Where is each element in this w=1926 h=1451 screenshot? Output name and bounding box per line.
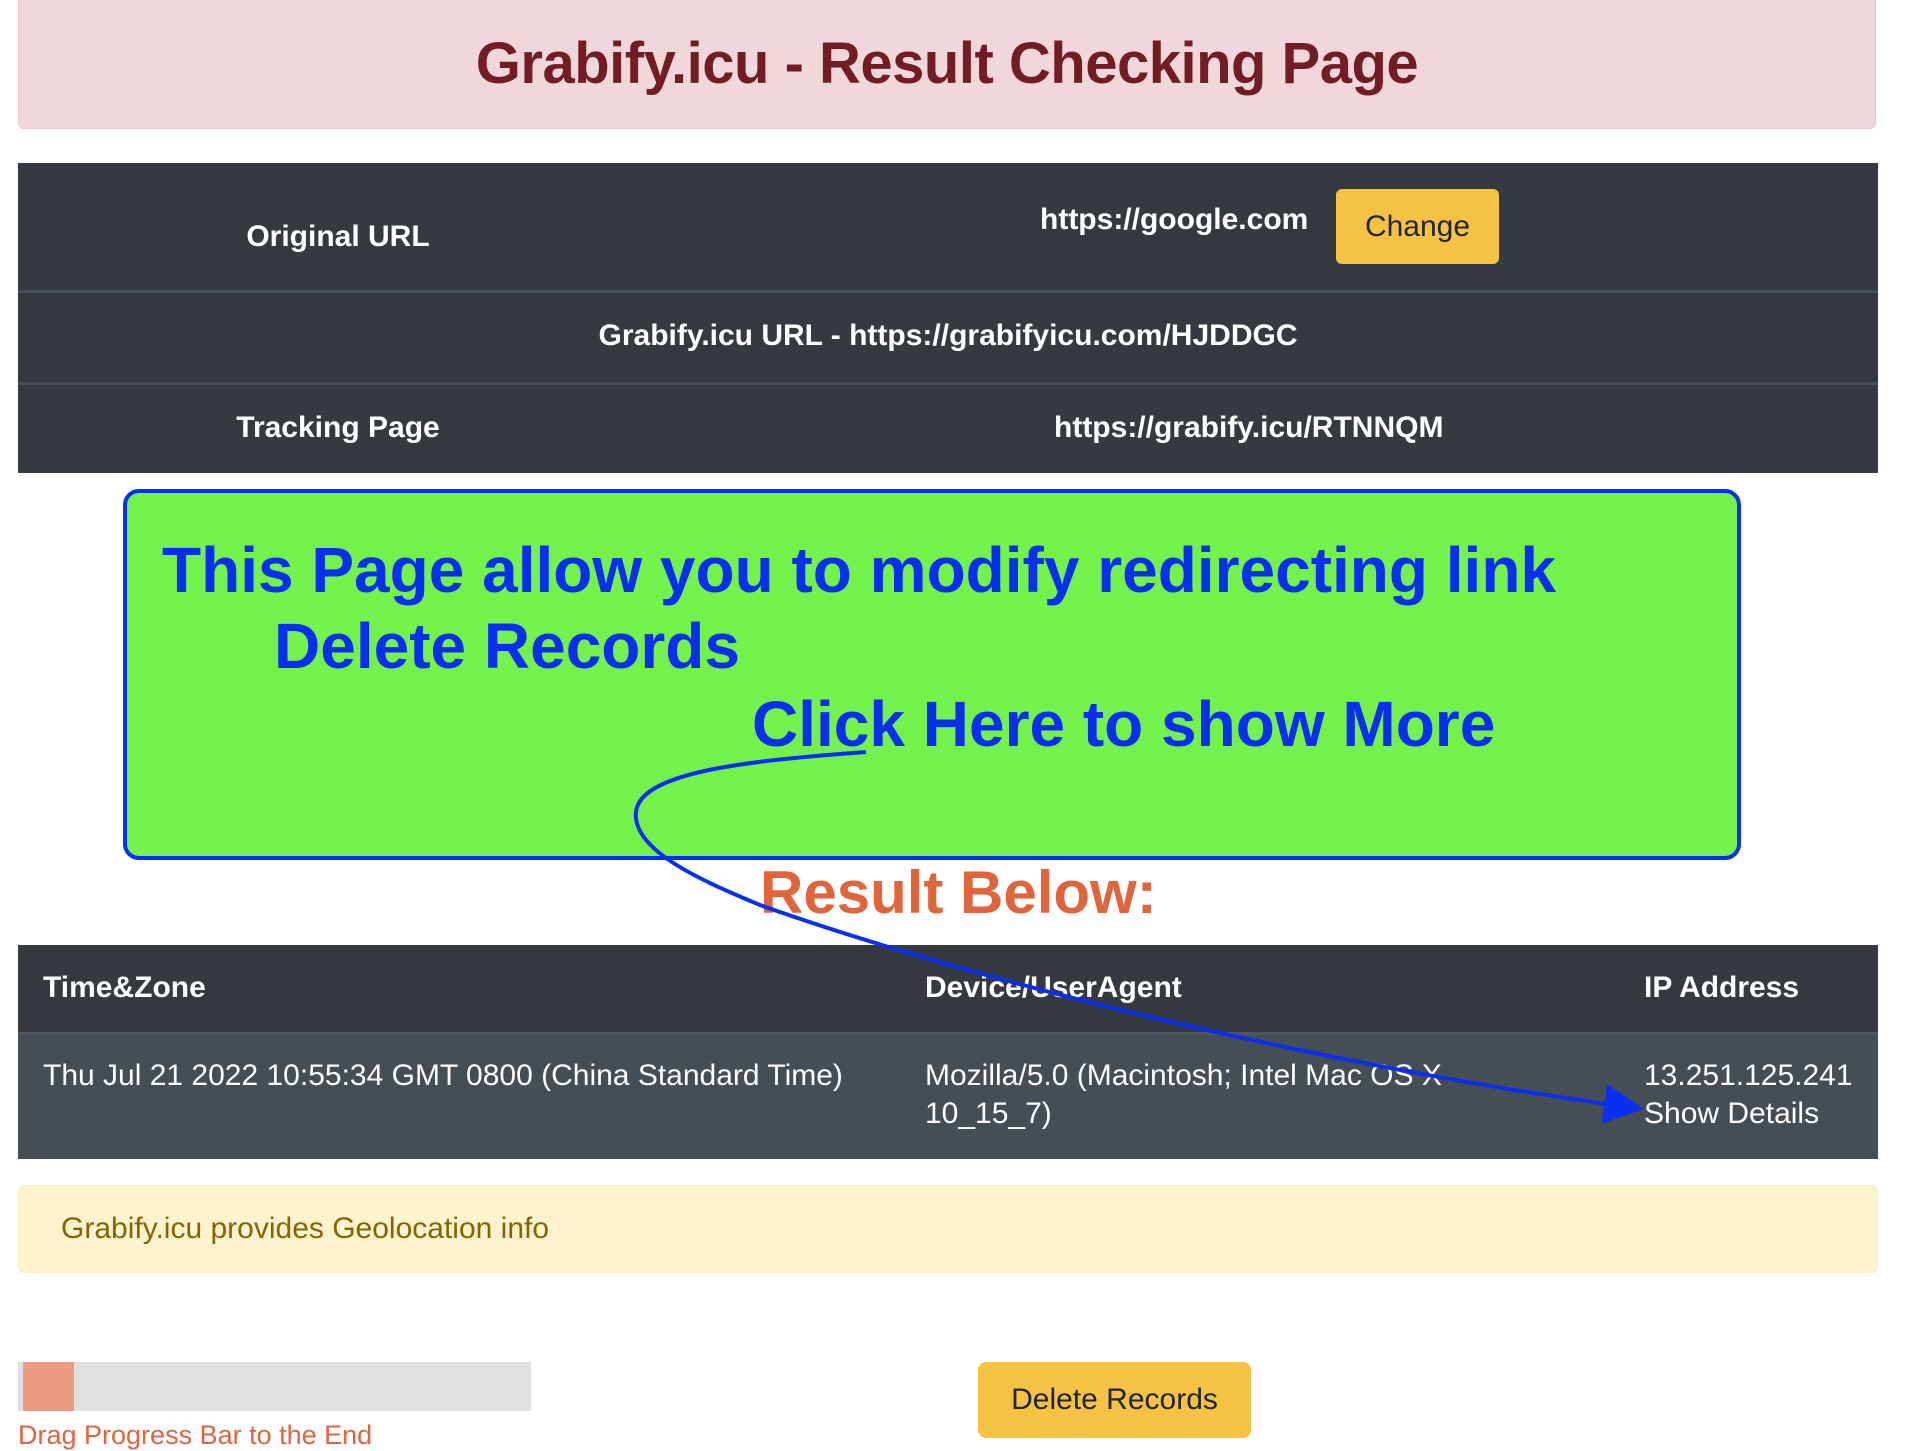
grabify-url[interactable]: Grabify.icu URL - https://grabifyicu.com… bbox=[599, 319, 1298, 352]
annotation-line-1: This Page allow you to modify redirectin… bbox=[162, 534, 1556, 606]
change-button[interactable]: Change bbox=[1336, 189, 1499, 264]
result-heading: Result Below: bbox=[760, 859, 1157, 926]
progress-bar[interactable] bbox=[18, 1362, 531, 1411]
url-info-table: Original URL https://google.com Change G… bbox=[18, 163, 1878, 473]
tracking-page-row: Tracking Page https://grabify.icu/RTNNQM bbox=[18, 382, 1878, 473]
delete-records-button[interactable]: Delete Records bbox=[978, 1362, 1251, 1438]
original-url-label: Original URL bbox=[246, 220, 430, 253]
annotation-callout: This Page allow you to modify redirectin… bbox=[123, 489, 1741, 860]
tracking-page-label: Tracking Page bbox=[236, 411, 440, 444]
results-table-header: Time&Zone Device/UserAgent IP Address bbox=[18, 945, 1878, 1032]
progress-hint: Drag Progress Bar to the End bbox=[18, 1420, 373, 1450]
grabify-url-row: Grabify.icu URL - https://grabifyicu.com… bbox=[18, 290, 1878, 382]
cell-ip: 13.251.125.241 bbox=[1644, 1059, 1853, 1092]
column-header-ip: IP Address bbox=[1644, 971, 1800, 1004]
page-title: Grabify.icu - Result Checking Page bbox=[475, 31, 1419, 96]
table-row: Thu Jul 21 2022 10:55:34 GMT 0800 (China… bbox=[18, 1032, 1878, 1159]
annotation-line-3: Click Here to show More bbox=[752, 688, 1496, 760]
original-url-row: Original URL https://google.com Change bbox=[18, 163, 1878, 290]
cell-device: Mozilla/5.0 (Macintosh; Intel Mac OS X 1… bbox=[925, 1059, 1442, 1130]
show-details-link[interactable]: Show Details bbox=[1644, 1095, 1819, 1133]
progress-fill[interactable] bbox=[23, 1362, 74, 1411]
results-table: Time&Zone Device/UserAgent IP Address Th… bbox=[18, 945, 1878, 1159]
tracking-page-url[interactable]: https://grabify.icu/RTNNQM bbox=[1054, 411, 1443, 445]
annotation-line-2: Delete Records bbox=[274, 610, 740, 682]
geolocation-alert: Grabify.icu provides Geolocation info bbox=[18, 1185, 1878, 1273]
column-header-time: Time&Zone bbox=[43, 971, 206, 1004]
original-url-value: https://google.com bbox=[1040, 203, 1309, 236]
column-header-device: Device/UserAgent bbox=[925, 971, 1182, 1004]
cell-time: Thu Jul 21 2022 10:55:34 GMT 0800 (China… bbox=[43, 1059, 843, 1092]
page-header: Grabify.icu - Result Checking Page bbox=[18, 0, 1876, 129]
